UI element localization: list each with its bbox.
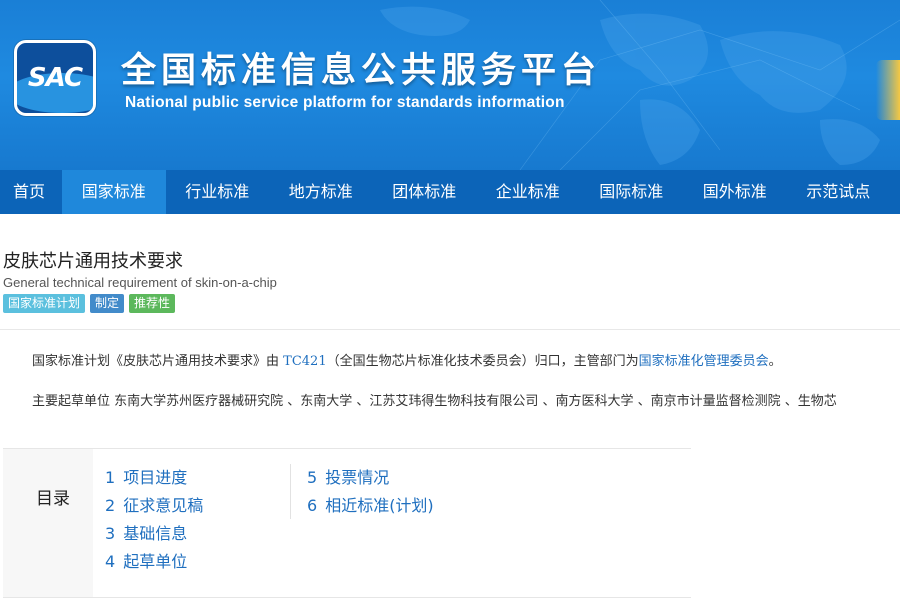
site-subtitle: National public service platform for sta… <box>125 94 565 111</box>
site-title: 全国标准信息公共服务平台 <box>121 51 602 91</box>
toc-label-box: 目录 <box>3 449 93 597</box>
tag-recommended: 推荐性 <box>129 294 176 313</box>
description-line-1: 国家标准计划《皮肤芯片通用技术要求》由 TC421（全国生物芯片标准化技术委员会… <box>32 352 900 372</box>
toc-label: 目录 <box>36 489 70 509</box>
standard-title-cn: 皮肤芯片通用技术要求 <box>3 251 183 272</box>
authority-link[interactable]: 国家标准化管理委员会 <box>639 354 769 369</box>
toc-item-number: 1 <box>105 468 116 487</box>
toc-item-label: 基础信息 <box>123 524 188 543</box>
toc-item-label: 投票情况 <box>325 468 390 487</box>
standard-header: 皮肤芯片通用技术要求 General technical requirement… <box>0 230 900 330</box>
toc-item-number: 4 <box>105 552 116 571</box>
nav-item-international-standards[interactable]: 国际标准 <box>580 170 684 214</box>
nav-item-industry-standards[interactable]: 行业标准 <box>166 170 270 214</box>
nav-item-national-standards[interactable]: 国家标准 <box>62 170 166 214</box>
nav-item-home[interactable]: 首页 <box>0 170 62 214</box>
tag-formulation: 制定 <box>90 294 125 313</box>
nav-item-enterprise-standards[interactable]: 企业标准 <box>476 170 580 214</box>
toc-item-label: 相近标准(计划) <box>325 496 434 515</box>
logo-text: SAC <box>27 63 83 93</box>
tc421-link[interactable]: TC421 <box>283 354 326 369</box>
banner-decoration <box>876 60 900 120</box>
main-nav: 首页 国家标准 行业标准 地方标准 团体标准 企业标准 国际标准 国外标准 示范… <box>0 170 900 214</box>
toc-item-label: 征求意见稿 <box>123 496 204 515</box>
toc-item-basic-info[interactable]: 3 基础信息 <box>105 522 203 550</box>
nav-item-group-standards[interactable]: 团体标准 <box>373 170 477 214</box>
toc-item-label: 项目进度 <box>123 468 188 487</box>
standard-description: 国家标准计划《皮肤芯片通用技术要求》由 TC421（全国生物芯片标准化技术委员会… <box>32 352 900 412</box>
site-banner: SAC 全国标准信息公共服务平台 National public service… <box>0 0 900 170</box>
toc-item-draft-for-comments[interactable]: 2 征求意见稿 <box>105 494 203 522</box>
nav-item-demonstration-pilots[interactable]: 示范试点 <box>787 170 891 214</box>
toc-item-label: 起草单位 <box>123 552 188 571</box>
toc-divider <box>290 464 291 519</box>
nav-item-local-standards[interactable]: 地方标准 <box>269 170 373 214</box>
sac-logo[interactable]: SAC <box>14 40 96 116</box>
standard-title-en: General technical requirement of skin-on… <box>3 275 277 290</box>
table-of-contents: 目录 1 项目进度 2 征求意见稿 3 基础信息 4 起草单位 5 投票情况 6 相近标准(… <box>3 448 691 598</box>
toc-item-voting[interactable]: 5 投票情况 <box>307 466 434 494</box>
toc-item-number: 3 <box>105 524 116 543</box>
toc-column-1: 1 项目进度 2 征求意见稿 3 基础信息 4 起草单位 <box>105 466 203 578</box>
toc-item-drafting-units[interactable]: 4 起草单位 <box>105 550 203 578</box>
toc-item-number: 5 <box>307 468 318 487</box>
description-prefix: 国家标准计划《皮肤芯片通用技术要求》由 <box>32 354 280 369</box>
tag-national-plan: 国家标准计划 <box>3 294 86 313</box>
toc-item-number: 2 <box>105 496 116 515</box>
toc-item-progress[interactable]: 1 项目进度 <box>105 466 203 494</box>
toc-item-similar-standards[interactable]: 6 相近标准(计划) <box>307 494 434 522</box>
description-mid: （全国生物芯片标准化技术委员会）归口，主管部门为 <box>326 354 639 369</box>
description-drafting-units: 主要起草单位 东南大学苏州医疗器械研究院 、东南大学 、江苏艾玮得生物科技有限公… <box>32 394 837 409</box>
nav-item-foreign-standards[interactable]: 国外标准 <box>683 170 787 214</box>
standard-tags: 国家标准计划 制定 推荐性 <box>3 294 176 313</box>
toc-item-number: 6 <box>307 496 318 515</box>
toc-column-2: 5 投票情况 6 相近标准(计划) <box>307 466 434 522</box>
description-suffix: 。 <box>768 354 782 369</box>
